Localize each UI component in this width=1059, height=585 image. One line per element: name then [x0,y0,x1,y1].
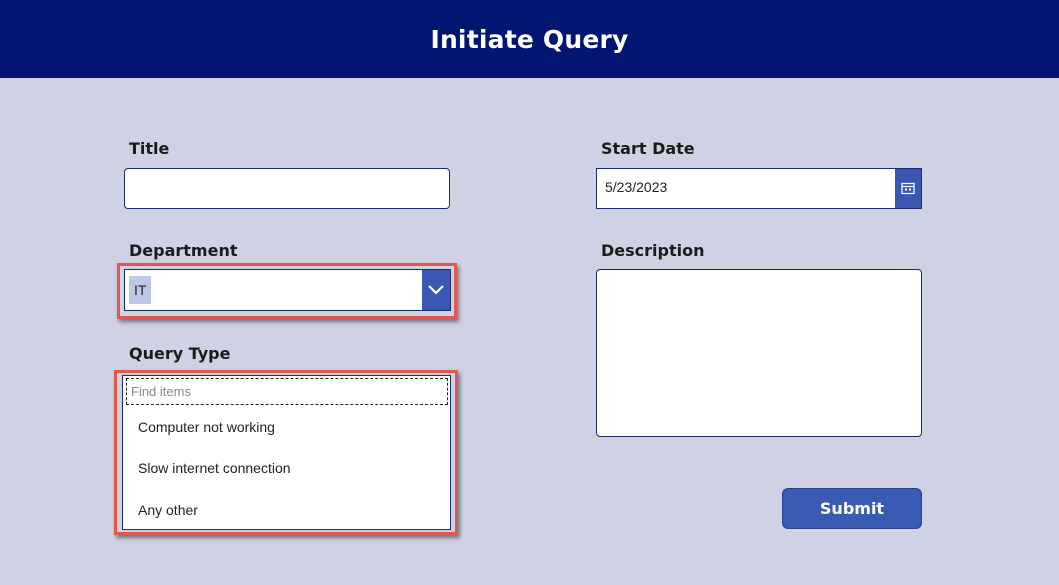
submit-button[interactable]: Submit [782,488,922,529]
page-title: Initiate Query [430,24,629,54]
query-type-label: Query Type [129,344,231,363]
department-dropdown[interactable]: IT [124,269,451,311]
description-label: Description [601,241,705,260]
title-input[interactable] [124,168,450,209]
chevron-down-icon[interactable] [422,270,450,310]
query-option-computer-not-working[interactable]: Computer not working [138,419,275,435]
query-option-any-other[interactable]: Any other [138,502,198,518]
department-selected-value: IT [129,276,152,304]
start-date-value: 5/23/2023 [605,179,668,195]
app-header: Initiate Query [0,0,1059,78]
query-option-slow-internet[interactable]: Slow internet connection [138,460,291,476]
query-type-combobox[interactable]: Find items Computer not working Slow int… [122,375,451,530]
start-date-picker[interactable]: 5/23/2023 [596,168,922,209]
start-date-label: Start Date [601,139,695,158]
calendar-icon[interactable] [895,169,921,208]
title-label: Title [129,139,170,158]
description-textarea[interactable] [596,269,922,437]
find-items-input[interactable]: Find items [126,378,448,405]
department-label: Department [129,241,238,260]
